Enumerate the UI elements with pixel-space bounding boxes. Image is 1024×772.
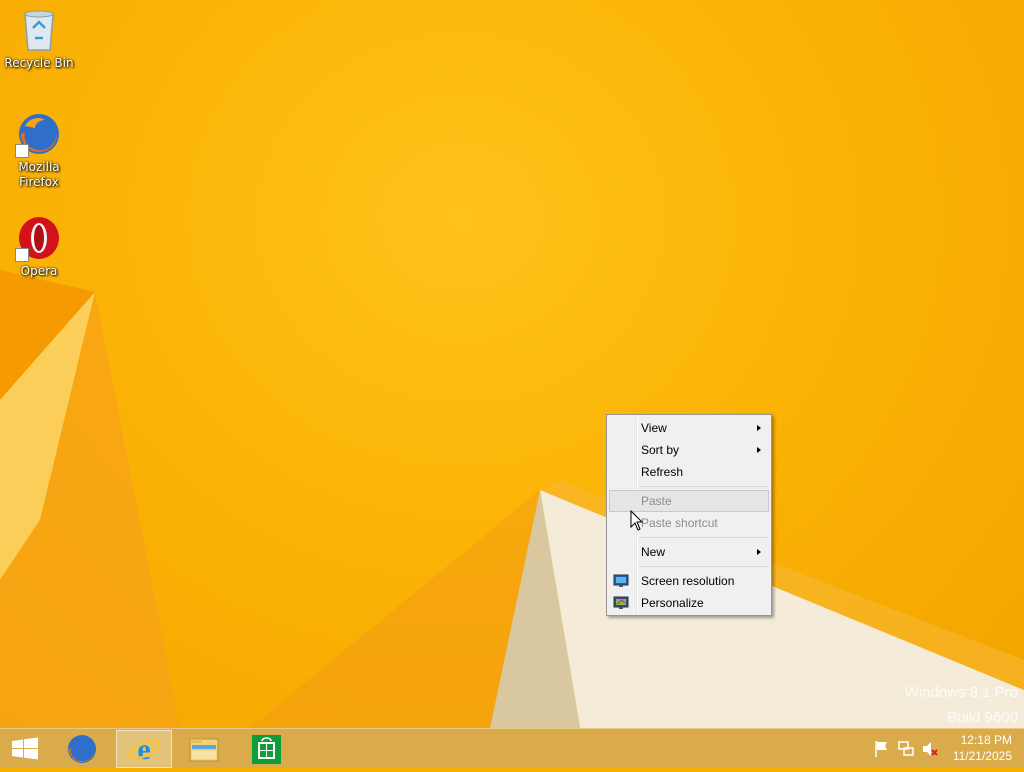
- action-center-flag-icon[interactable]: [872, 729, 892, 769]
- desktop-icon-label: Mozilla Firefox: [18, 160, 60, 189]
- taskbar-store[interactable]: [238, 730, 294, 768]
- menu-item-refresh[interactable]: Refresh: [609, 461, 769, 483]
- menu-item-new[interactable]: New: [609, 541, 769, 563]
- opera-icon: [15, 214, 63, 262]
- menu-item-personalize[interactable]: Personalize: [609, 592, 769, 614]
- menu-separator: [639, 566, 767, 567]
- mouse-cursor-icon: [630, 510, 644, 531]
- network-icon[interactable]: [896, 729, 916, 769]
- desktop-icon-opera[interactable]: Opera: [0, 214, 78, 279]
- os-watermark-build: Build 9600: [947, 709, 1018, 726]
- shortcut-arrow-icon: [15, 248, 29, 262]
- folder-icon: [189, 738, 219, 762]
- desktop-icon-firefox[interactable]: Mozilla Firefox: [0, 110, 78, 190]
- menu-item-label: Paste: [641, 494, 672, 508]
- screen-resolution-icon: [613, 574, 629, 587]
- os-watermark-edition: Windows 8.1 Pro: [904, 684, 1018, 701]
- start-button[interactable]: [0, 730, 50, 768]
- menu-separator: [639, 486, 767, 487]
- desktop-icon-label: Recycle Bin: [4, 56, 74, 70]
- menu-separator: [639, 537, 767, 538]
- desktop-icon-recycle-bin[interactable]: Recycle Bin: [0, 6, 78, 71]
- menu-item-label: Sort by: [641, 443, 680, 457]
- taskbar: e 12:18 PM 11/21/2025: [0, 728, 1024, 768]
- menu-item-view[interactable]: View: [609, 417, 769, 439]
- clock-date: 11/21/2025: [952, 749, 1012, 763]
- menu-item-screen-resolution[interactable]: Screen resolution: [609, 570, 769, 592]
- internet-explorer-icon: e: [128, 733, 160, 766]
- system-clock[interactable]: 12:18 PM 11/21/2025: [942, 732, 1012, 764]
- submenu-arrow-icon: [757, 447, 761, 453]
- svg-text:e: e: [137, 733, 150, 766]
- taskbar-file-explorer[interactable]: [176, 730, 232, 768]
- recycle-bin-icon: [15, 6, 63, 54]
- windows-logo-icon: [12, 737, 38, 760]
- menu-item-sort-by[interactable]: Sort by: [609, 439, 769, 461]
- menu-item-paste[interactable]: Paste: [609, 490, 769, 512]
- menu-item-label: Refresh: [641, 465, 684, 479]
- taskbar-firefox[interactable]: [54, 730, 110, 768]
- clock-time: 12:18 PM: [960, 733, 1012, 747]
- submenu-arrow-icon: [757, 549, 761, 555]
- menu-item-label: Personalize: [641, 596, 704, 610]
- store-icon: [252, 735, 281, 764]
- desktop-icon-label: Opera: [20, 264, 58, 278]
- volume-muted-icon[interactable]: [920, 729, 940, 769]
- taskbar-internet-explorer[interactable]: e: [116, 730, 172, 768]
- menu-item-label: New: [641, 545, 666, 559]
- personalize-icon: [613, 596, 629, 609]
- menu-item-label: Paste shortcut: [641, 516, 718, 530]
- firefox-icon: [68, 735, 96, 763]
- desktop[interactable]: Recycle Bin Mozilla Firefox Opera Window…: [0, 0, 1024, 728]
- menu-item-label: View: [641, 421, 667, 435]
- wallpaper: [0, 270, 1024, 728]
- shortcut-arrow-icon: [15, 144, 29, 158]
- firefox-icon: [15, 110, 63, 158]
- submenu-arrow-icon: [757, 425, 761, 431]
- menu-item-label: Screen resolution: [641, 574, 735, 588]
